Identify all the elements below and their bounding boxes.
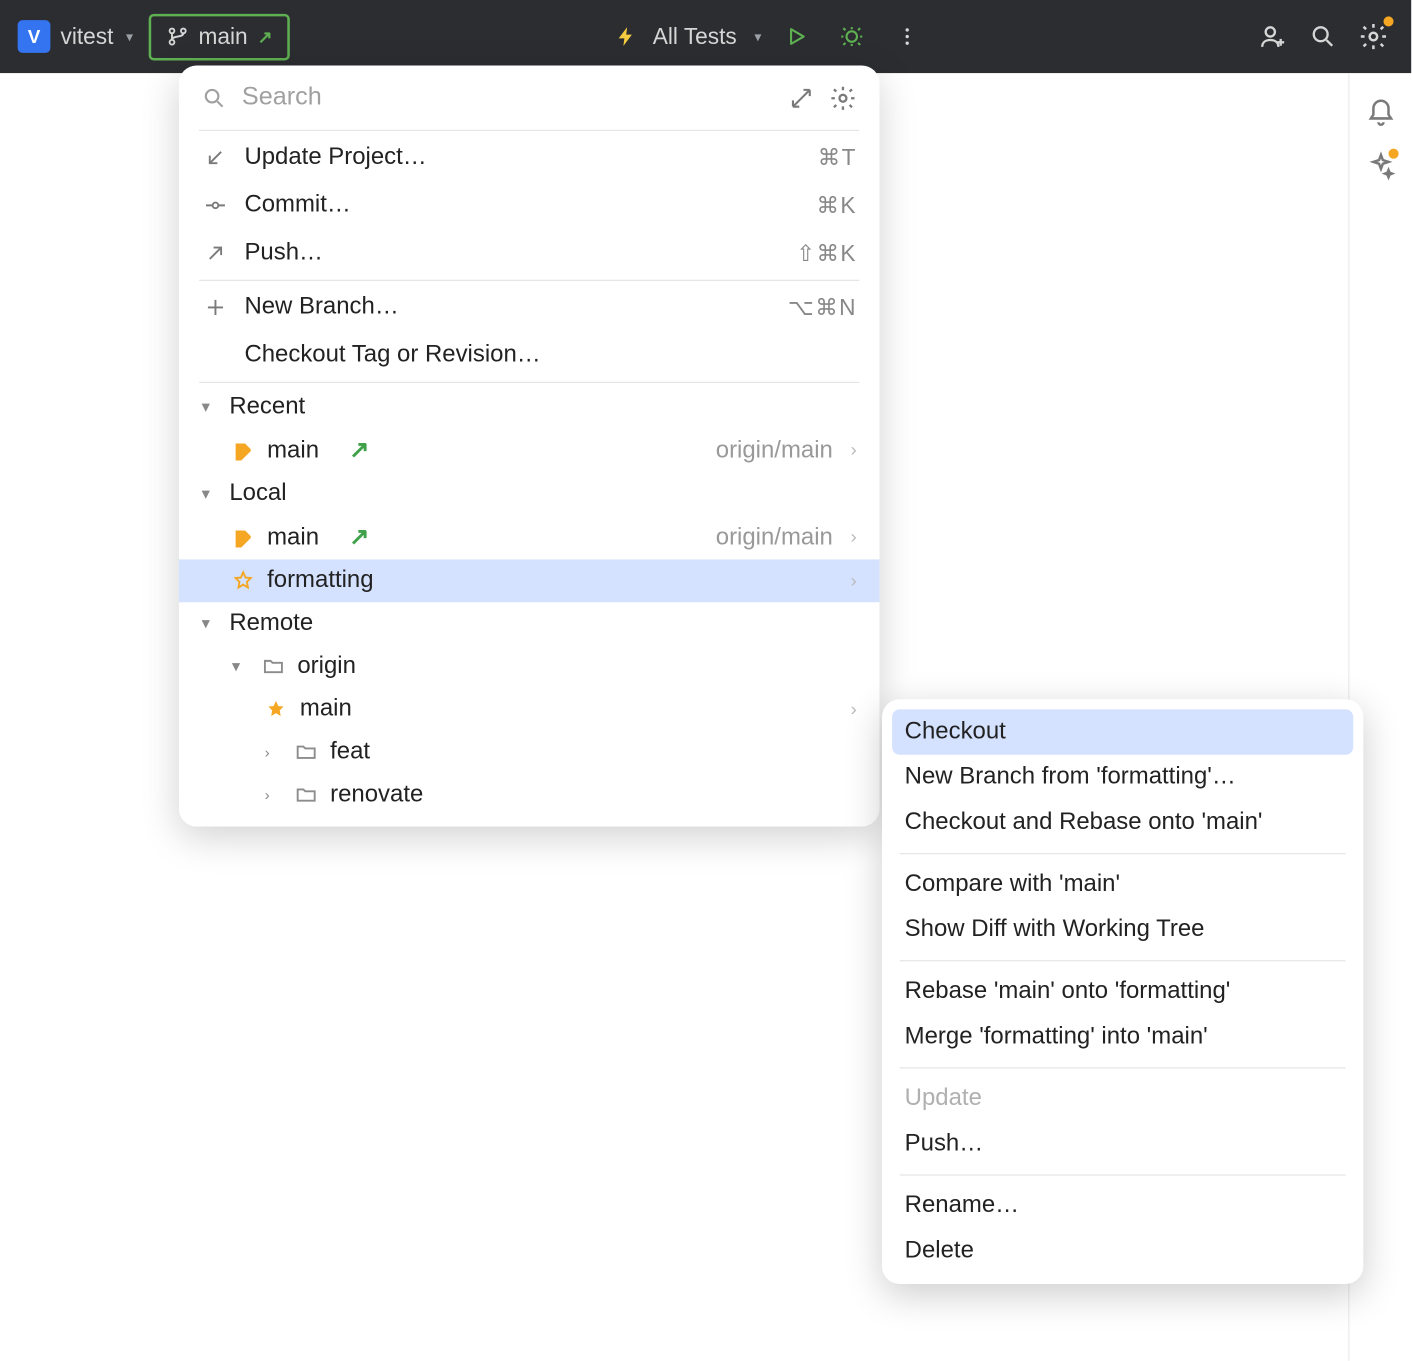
project-dropdown-caret[interactable]: ▾	[126, 28, 133, 44]
star-outline-icon	[232, 570, 255, 593]
branch-name: main	[300, 696, 352, 724]
upstream-label: origin/main	[716, 437, 833, 465]
new-branch-action[interactable]: New Branch… ⌥⌘N	[179, 284, 880, 332]
main-toolbar: V vitest ▾ main ↗ All Tests ▾	[0, 0, 1411, 73]
fetch-icon[interactable]	[789, 85, 814, 110]
search-icon	[202, 85, 227, 110]
chevron-down-icon: ▾	[202, 397, 220, 417]
branch-name: formatting	[267, 567, 373, 595]
settings-button[interactable]	[1353, 16, 1393, 56]
folder-name: feat	[330, 738, 370, 766]
ctx-checkout[interactable]: Checkout	[892, 709, 1353, 754]
bookmark-icon	[232, 526, 255, 549]
ctx-merge-into[interactable]: Merge 'formatting' into 'main'	[882, 1014, 1363, 1059]
chevron-down-icon: ▾	[202, 484, 220, 504]
action-label: Update Project…	[244, 144, 802, 172]
chevron-right-icon: ›	[851, 699, 857, 720]
ctx-rename[interactable]: Rename…	[882, 1183, 1363, 1228]
ctx-update: Update	[882, 1076, 1363, 1121]
search-input[interactable]	[242, 83, 774, 112]
folder-icon	[295, 784, 318, 807]
remote-name: origin	[297, 653, 356, 681]
folder-name: renovate	[330, 781, 423, 809]
update-project-action[interactable]: Update Project… ⌘T	[179, 134, 880, 182]
section-label: Recent	[229, 393, 305, 421]
debug-button[interactable]	[832, 16, 872, 56]
ctx-show-diff[interactable]: Show Diff with Working Tree	[882, 907, 1363, 952]
chevron-down-icon: ▾	[232, 656, 250, 676]
commit-action[interactable]: Commit… ⌘K	[179, 181, 880, 229]
shortcut: ⌥⌘N	[788, 294, 857, 320]
branch-item-remote-main[interactable]: main ›	[179, 688, 880, 731]
remote-origin[interactable]: ▾ origin	[179, 645, 880, 688]
more-button[interactable]	[887, 16, 927, 56]
branch-item-local-formatting[interactable]: formatting ›	[179, 559, 880, 602]
chevron-right-icon: ›	[851, 440, 857, 461]
push-indicator-icon: ↗	[349, 436, 369, 465]
star-fill-icon	[265, 698, 288, 721]
run-config-caret[interactable]: ▾	[754, 28, 761, 44]
shortcut: ⌘T	[818, 144, 857, 170]
action-label: New Branch…	[244, 294, 772, 322]
upstream-label: origin/main	[716, 524, 833, 552]
branch-item-local-main[interactable]: main ↗ origin/main ›	[179, 515, 880, 559]
section-local[interactable]: ▾ Local	[179, 473, 880, 516]
arrow-down-left-icon	[202, 146, 230, 169]
branch-name: main	[267, 524, 319, 552]
remote-folder-feat[interactable]: › feat	[179, 731, 880, 774]
plus-icon	[202, 296, 230, 319]
arrow-up-right-icon	[202, 242, 230, 265]
chevron-right-icon: ›	[265, 743, 283, 761]
add-user-button[interactable]	[1252, 16, 1292, 56]
lightning-icon	[615, 25, 638, 48]
chevron-right-icon: ›	[851, 570, 857, 591]
bookmark-icon	[232, 439, 255, 462]
ctx-checkout-rebase[interactable]: Checkout and Rebase onto 'main'	[882, 800, 1363, 845]
remote-folder-renovate[interactable]: › renovate	[179, 774, 880, 817]
folder-icon	[295, 741, 318, 764]
divider	[900, 853, 1346, 854]
ctx-compare-with[interactable]: Compare with 'main'	[882, 862, 1363, 907]
ctx-rebase-onto[interactable]: Rebase 'main' onto 'formatting'	[882, 969, 1363, 1014]
chevron-down-icon: ▾	[202, 614, 220, 634]
section-label: Local	[229, 480, 286, 508]
run-config-name[interactable]: All Tests	[653, 23, 737, 49]
section-recent[interactable]: ▾ Recent	[179, 386, 880, 429]
chevron-right-icon: ›	[851, 527, 857, 548]
search-button[interactable]	[1303, 16, 1343, 56]
ai-assistant-button[interactable]	[1365, 151, 1395, 181]
ctx-new-branch-from[interactable]: New Branch from 'formatting'…	[882, 755, 1363, 800]
project-name[interactable]: vitest	[60, 23, 113, 49]
commit-icon	[202, 194, 230, 217]
action-label: Checkout Tag or Revision…	[244, 341, 856, 369]
branch-item-recent-main[interactable]: main ↗ origin/main ›	[179, 428, 880, 472]
ctx-push[interactable]: Push…	[882, 1121, 1363, 1166]
divider	[900, 1174, 1346, 1175]
run-button[interactable]	[776, 16, 816, 56]
vcs-popup: Update Project… ⌘T Commit… ⌘K Push… ⇧⌘K …	[179, 66, 880, 827]
divider	[900, 960, 1346, 961]
branch-context-menu: Checkout New Branch from 'formatting'… C…	[882, 699, 1363, 1284]
shortcut: ⌘K	[816, 192, 856, 218]
gear-icon[interactable]	[829, 84, 857, 112]
branch-push-icon: ↗	[258, 26, 273, 47]
push-action[interactable]: Push… ⇧⌘K	[179, 229, 880, 277]
divider	[900, 1067, 1346, 1068]
branch-selector[interactable]: main ↗	[148, 13, 290, 60]
project-badge: V	[18, 20, 51, 53]
folder-icon	[262, 655, 285, 678]
branch-name: main	[267, 437, 319, 465]
action-label: Commit…	[244, 192, 801, 220]
section-remote[interactable]: ▾ Remote	[179, 602, 880, 645]
push-indicator-icon: ↗	[349, 523, 369, 552]
section-label: Remote	[229, 610, 313, 638]
branch-name: main	[199, 23, 248, 49]
checkout-tag-action[interactable]: Checkout Tag or Revision…	[179, 331, 880, 379]
action-label: Push…	[244, 239, 781, 267]
shortcut: ⇧⌘K	[796, 240, 857, 266]
ctx-delete[interactable]: Delete	[882, 1229, 1363, 1274]
chevron-right-icon: ›	[265, 786, 283, 804]
notifications-button[interactable]	[1365, 98, 1395, 128]
